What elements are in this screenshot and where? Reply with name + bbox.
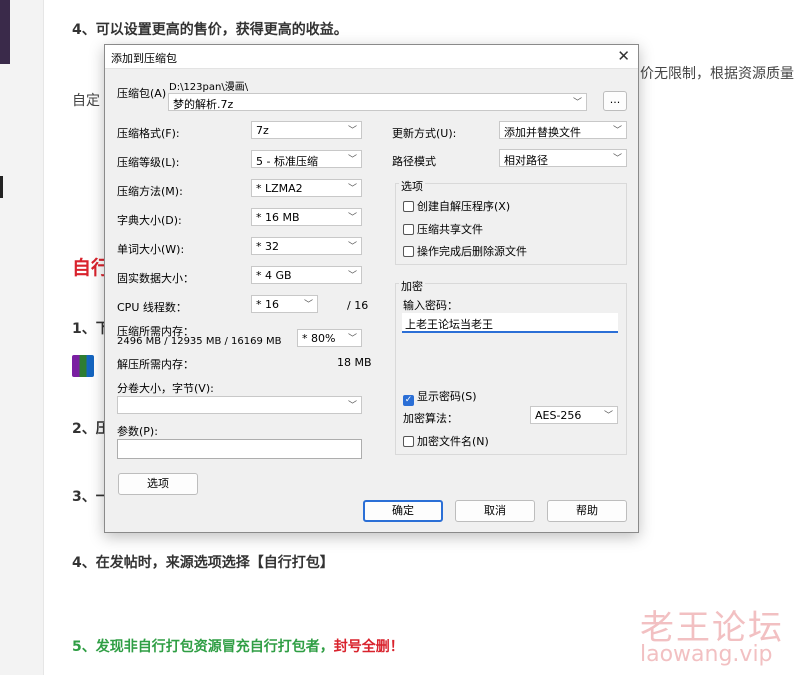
options-group-title: 选项 (399, 178, 425, 194)
item-5-text: 5、发现非自行打包资源冒充自行打包者， (72, 639, 334, 655)
article-item-5: 5、发现非自行打包资源冒充自行打包者，封号全删！ (72, 636, 404, 656)
path-mode-label: 路径模式 (392, 155, 436, 168)
dialog-titlebar: 添加到压缩包 ✕ (105, 45, 638, 69)
level-label: 压缩等级(L): (117, 156, 180, 169)
sfx-label: 创建自解压程序(X) (417, 200, 511, 213)
path-mode-combo[interactable]: 相对路径 ﹀ (499, 149, 627, 167)
method-combo[interactable]: * LZMA2 ﹀ (251, 179, 362, 197)
article-item-4-bottom: 4、在发帖时，来源选项选择【自行打包】 (72, 555, 334, 571)
word-value: * 32 (256, 240, 279, 253)
method-label: 压缩方法(M): (117, 185, 183, 198)
mem-percent-combo[interactable]: * 80% ﹀ (297, 329, 362, 347)
chevron-down-icon: ﹀ (572, 98, 582, 108)
watermark-url: laowang.vip (640, 642, 773, 667)
encryption-group-title: 加密 (399, 278, 425, 294)
algorithm-combo[interactable]: AES-256 ﹀ (530, 406, 618, 424)
algorithm-label: 加密算法： (403, 412, 458, 425)
path-mode-value: 相对路径 (504, 154, 548, 167)
params-label: 参数(P): (117, 425, 158, 438)
mem-decomp-label: 解压所需内存： (117, 358, 194, 371)
browse-button[interactable]: ... (603, 91, 627, 111)
cpu-value: * 16 (256, 298, 279, 311)
mem-comp-detail: 2496 MB / 12935 MB / 16169 MB (117, 336, 282, 347)
chevron-down-icon: ﹀ (612, 126, 622, 136)
chevron-down-icon: ﹀ (347, 242, 357, 252)
dict-combo[interactable]: * 16 MB ﹀ (251, 208, 362, 226)
chevron-down-icon: ﹀ (612, 154, 622, 164)
update-label: 更新方式(U): (392, 127, 457, 140)
show-password-checkbox[interactable]: ✓ 显示密码(S) (403, 388, 477, 406)
chevron-down-icon: ﹀ (603, 411, 613, 421)
check-icon: ✓ (403, 395, 414, 406)
delete-source-label: 操作完成后删除源文件 (417, 245, 527, 258)
dict-label: 字典大小(D): (117, 214, 182, 227)
chevron-down-icon: ﹀ (347, 334, 357, 344)
help-button[interactable]: 帮助 (547, 500, 627, 522)
delete-source-checkbox[interactable]: 操作完成后删除源文件 (403, 243, 527, 259)
algorithm-value: AES-256 (535, 409, 582, 422)
encrypt-names-label: 加密文件名(N) (417, 435, 489, 448)
sfx-checkbox[interactable]: 创建自解压程序(X) (403, 198, 510, 214)
cpu-max: / 16 (347, 299, 369, 312)
chevron-down-icon: ﹀ (347, 213, 357, 223)
update-value: 添加并替换文件 (504, 126, 581, 139)
format-label: 压缩格式(F): (117, 127, 180, 140)
solid-value: * 4 GB (256, 269, 292, 282)
dialog-title: 添加到压缩包 (111, 52, 177, 65)
chevron-down-icon: ﹀ (303, 300, 313, 310)
archive-path: D:\123pan\漫画\ (169, 82, 249, 93)
shared-checkbox[interactable]: 压缩共享文件 (403, 221, 483, 237)
update-combo[interactable]: 添加并替换文件 ﹀ (499, 121, 627, 139)
checkbox-box (403, 246, 414, 257)
chevron-down-icon: ﹀ (347, 126, 357, 136)
cpu-combo[interactable]: * 16 ﹀ (251, 295, 318, 313)
level-value: 5 - 标准压缩 (256, 155, 318, 168)
format-value: 7z (256, 124, 269, 137)
rar-book-icon (72, 355, 94, 377)
shared-label: 压缩共享文件 (417, 223, 483, 236)
mem-percent-value: * 80% (302, 332, 336, 345)
volume-combo[interactable]: ﹀ (117, 396, 362, 414)
volume-label: 分卷大小，字节(V): (117, 382, 214, 395)
chevron-down-icon: ﹀ (347, 155, 357, 165)
close-icon[interactable]: ✕ (617, 47, 630, 65)
password-input[interactable]: 上老王论坛当老王 (402, 313, 618, 333)
article-left-fragment: 自定 (72, 93, 100, 109)
archive-name-combo[interactable]: 梦的解析.7z ﹀ (168, 93, 587, 111)
article-item-4-top: 4、可以设置更高的售价，获得更高的收益。 (72, 22, 348, 38)
solid-combo[interactable]: * 4 GB ﹀ (251, 266, 362, 284)
checkbox-box (403, 224, 414, 235)
params-input[interactable] (117, 439, 362, 459)
solid-label: 固实数据大小： (117, 272, 194, 285)
password-label: 输入密码： (403, 299, 458, 312)
cpu-label: CPU 线程数： (117, 301, 187, 314)
encrypt-names-checkbox[interactable]: 加密文件名(N) (403, 433, 489, 449)
cancel-button[interactable]: 取消 (455, 500, 535, 522)
dict-value: * 16 MB (256, 211, 300, 224)
mem-decomp-value: 18 MB (337, 356, 372, 369)
method-value: * LZMA2 (256, 182, 303, 195)
checkbox-box (403, 201, 414, 212)
item-5-warning: 封号全删！ (333, 639, 404, 655)
level-combo[interactable]: 5 - 标准压缩 ﹀ (251, 150, 362, 168)
word-combo[interactable]: * 32 ﹀ (251, 237, 362, 255)
options-button[interactable]: 选项 (118, 473, 198, 495)
archive-label: 压缩包(A) (117, 87, 167, 100)
word-label: 单词大小(W): (117, 243, 185, 256)
archive-name-value: 梦的解析.7z (173, 98, 234, 111)
chevron-down-icon: ﹀ (347, 184, 357, 194)
show-password-label: 显示密码(S) (417, 390, 477, 403)
chevron-down-icon: ﹀ (347, 401, 357, 411)
article-right-fragment: 售价无限制，根据资源质量 (626, 66, 794, 82)
ok-button[interactable]: 确定 (363, 500, 443, 522)
checkbox-box (403, 436, 414, 447)
format-combo[interactable]: 7z ﹀ (251, 121, 362, 139)
chevron-down-icon: ﹀ (347, 271, 357, 281)
add-to-archive-dialog: 添加到压缩包 ✕ 压缩包(A) D:\123pan\漫画\ 梦的解析.7z ﹀ … (104, 44, 639, 533)
